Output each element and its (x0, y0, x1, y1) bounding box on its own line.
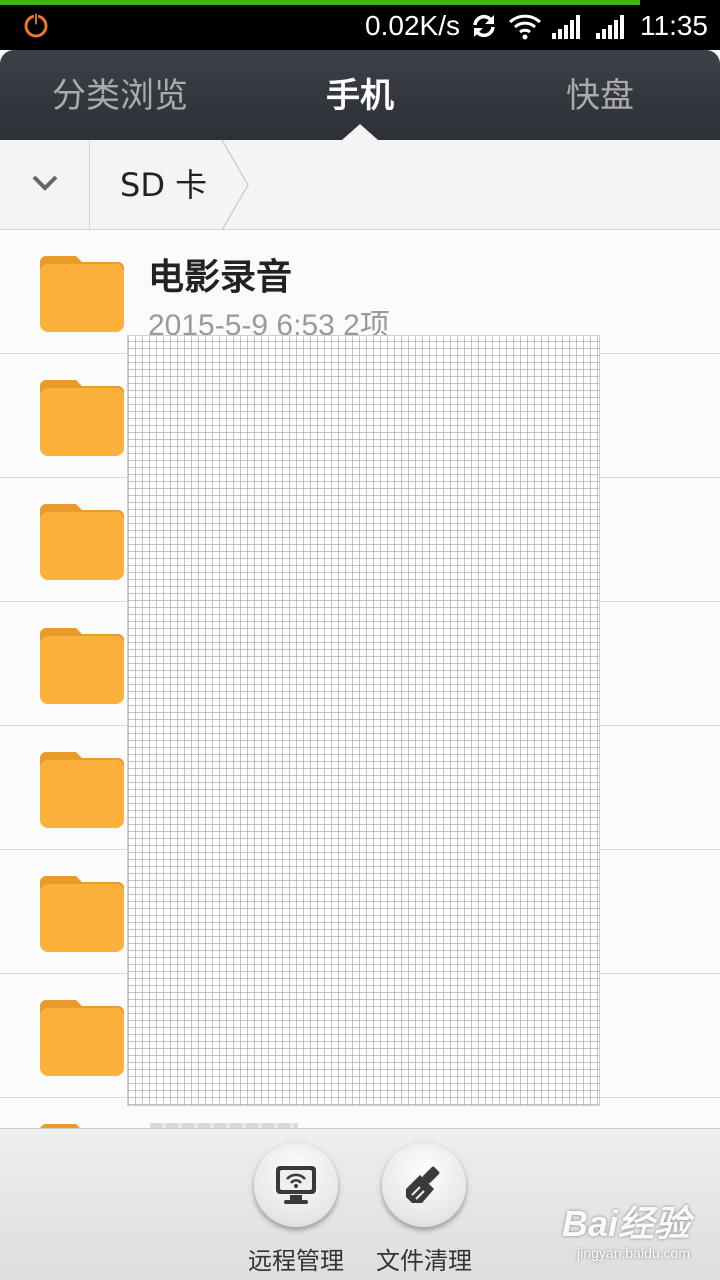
active-tab-indicator (342, 124, 378, 140)
folder-icon (40, 1000, 124, 1076)
watermark-site: jingyan.baidu.com (577, 1245, 690, 1261)
breadcrumb-separator-icon (221, 140, 249, 230)
folder-icon (40, 380, 124, 456)
chevron-down-icon (32, 175, 58, 191)
baidu-jingyan-watermark: Bai经验 jingyan.baidu.com (562, 1195, 690, 1261)
file-clean-button[interactable]: 文件清理 (359, 1143, 489, 1276)
folder-icon (40, 876, 124, 952)
breadcrumb: SD 卡 (0, 140, 720, 230)
file-clean-circle (382, 1143, 466, 1227)
download-progress-bar (0, 0, 640, 5)
folder-icon (40, 256, 124, 332)
broom-icon (406, 1166, 440, 1203)
tab-category-browse[interactable]: 分类浏览 (0, 50, 240, 140)
signal-icon (596, 15, 624, 39)
network-speed: 0.02K/s (365, 10, 460, 41)
file-name: 电影录音 (148, 257, 293, 298)
folder-icon (40, 1124, 80, 1128)
file-clean-label: 文件清理 (376, 1247, 472, 1275)
remote-manage-circle (254, 1143, 338, 1227)
wifi-icon (508, 14, 542, 40)
folder-icon (40, 628, 124, 704)
signal-icon (552, 15, 580, 39)
privacy-mosaic-overlay (127, 335, 600, 1106)
power-icon (24, 12, 48, 38)
sync-icon (473, 14, 495, 38)
remote-manage-label: 远程管理 (248, 1247, 344, 1275)
breadcrumb-item-sd-card[interactable]: SD 卡 (90, 140, 250, 230)
monitor-icon (276, 1166, 316, 1204)
folder-icon (40, 504, 124, 580)
watermark-brand: Bai经验 (561, 1203, 690, 1244)
folder-icon (40, 752, 124, 828)
breadcrumb-label: SD 卡 (120, 166, 208, 204)
clock: 11:35 (640, 10, 708, 41)
path-dropdown-button[interactable] (0, 140, 90, 230)
remote-manage-button[interactable]: 远程管理 (231, 1143, 361, 1276)
status-bar: 0.02K/s 11:35 (0, 0, 720, 50)
tab-kuaipan[interactable]: 快盘 (480, 50, 720, 140)
